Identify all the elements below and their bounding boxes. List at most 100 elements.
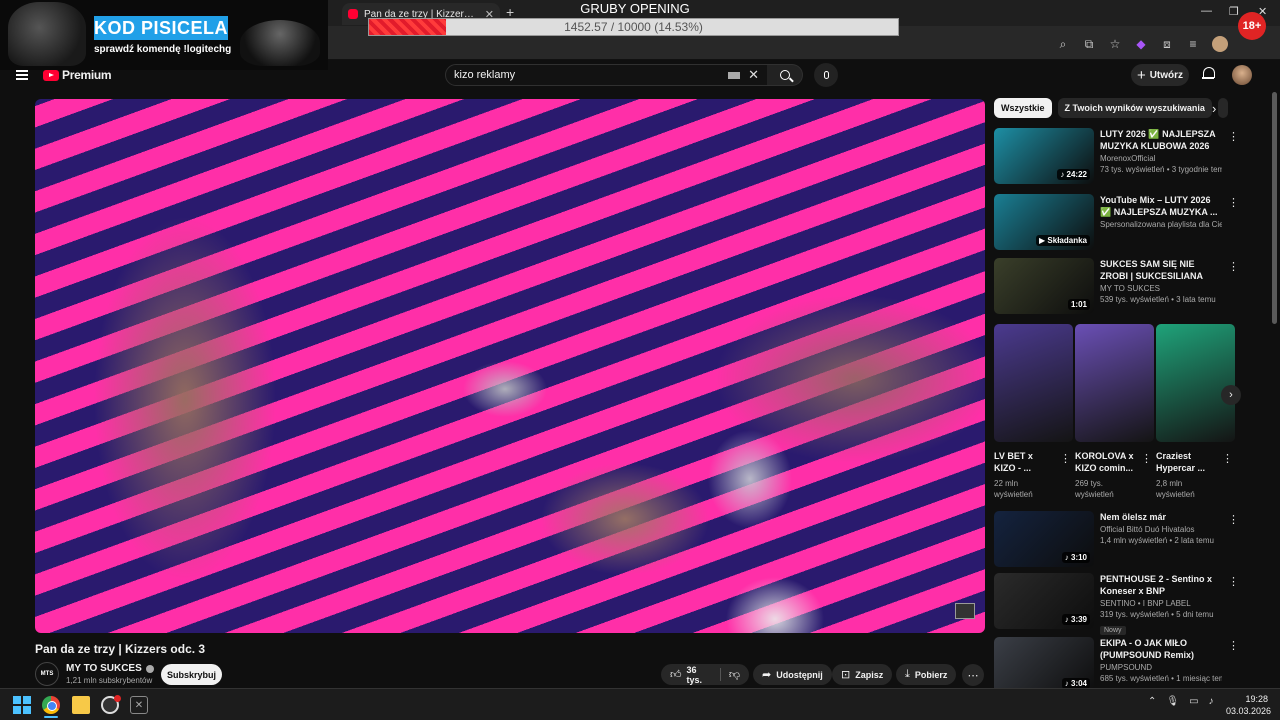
- video-meta: 685 tys. wyświetleń • 1 miesiąc temu: [1100, 674, 1222, 683]
- video-title[interactable]: Nem ölelsz már: [1100, 511, 1222, 523]
- video-title[interactable]: LUTY 2026 ✅ NAJLEPSZA MUZYKA KLUBOWA 202…: [1100, 128, 1222, 152]
- channel-avatar[interactable]: MTS: [35, 662, 59, 686]
- maximize-button[interactable]: ❐: [1229, 5, 1239, 18]
- youtube-premium-logo[interactable]: Premium: [43, 68, 112, 82]
- video-channel[interactable]: MorenoxOfficial: [1100, 154, 1222, 163]
- recommended-video[interactable]: 1:01 SUKCES SAM SIĘ NIE ZROBI | SUKCESILI…: [994, 258, 1244, 316]
- video-meta: 319 tys. wyświetleń • 5 dni temu: [1100, 610, 1214, 619]
- video-info: EKIPA - O JAK MIŁO (PUMPSOUND Remix) PUMP…: [1100, 637, 1222, 683]
- minimize-button[interactable]: —: [1201, 5, 1212, 17]
- short-thumbnail[interactable]: [994, 324, 1073, 442]
- tray-display-icon[interactable]: ▭: [1189, 696, 1198, 707]
- subscribe-button[interactable]: Subskrybuj: [161, 664, 222, 685]
- short-item[interactable]: Craziest Hypercar ... 2,8 mln wyświetleń ⋮: [1156, 324, 1235, 500]
- bookmark-star-icon[interactable]: ☆: [1108, 37, 1122, 51]
- chip-all[interactable]: Wszystkie: [994, 98, 1052, 118]
- short-thumbnail[interactable]: [1156, 324, 1235, 442]
- extensions-icon[interactable]: ⧈: [1160, 37, 1174, 51]
- thumbs-up-icon[interactable]: 👍︎: [670, 668, 682, 681]
- more-actions-button[interactable]: ⋯: [962, 664, 984, 686]
- recommended-video[interactable]: ♪ 3:10 Nem ölelsz már Official Bittó Duó H…: [994, 511, 1244, 569]
- cast-icon[interactable]: ⧉: [1082, 37, 1096, 51]
- video-channel[interactable]: MY TO SUKCES: [1100, 284, 1222, 293]
- video-title[interactable]: SUKCES SAM SIĘ NIE ZROBI | SUKCESILIANA …: [1100, 258, 1222, 282]
- more-options-icon[interactable]: ⋮: [1060, 452, 1071, 465]
- more-options-icon[interactable]: ⋮: [1228, 513, 1239, 526]
- hamburger-menu-icon[interactable]: [16, 70, 28, 80]
- video-title[interactable]: YouTube Mix – LUTY 2026 ✅ NAJLEPSZA MUZY…: [1100, 194, 1222, 218]
- video-title[interactable]: PENTHOUSE 2 - Sentino x Koneser x BNP: [1100, 573, 1222, 597]
- short-item[interactable]: KOROLOVA x KIZO comin... 269 tys. wyświet…: [1075, 324, 1154, 500]
- channel-name-text: MY TO SUKCES: [66, 663, 142, 674]
- recommended-video[interactable]: ♪ 24:22 LUTY 2026 ✅ NAJLEPSZA MUZYKA KLUB…: [994, 128, 1244, 186]
- video-thumbnail[interactable]: ♪ 24:22: [994, 128, 1094, 184]
- more-options-icon[interactable]: ⋮: [1228, 196, 1239, 209]
- short-item[interactable]: LV BET x KIZO - ... 22 mln wyświetleń ⋮: [994, 324, 1073, 500]
- more-options-icon[interactable]: ⋮: [1141, 452, 1152, 465]
- recommended-video[interactable]: ♪ 3:04 EKIPA - O JAK MIŁO (PUMPSOUND Remi…: [994, 637, 1244, 695]
- short-thumbnail[interactable]: [1075, 324, 1154, 442]
- reading-list-icon[interactable]: ≡: [1186, 37, 1200, 51]
- taskbar-clock[interactable]: 19:28 03.03.2026: [1226, 693, 1272, 717]
- short-views: 269 tys. wyświetleń: [1075, 479, 1114, 499]
- user-avatar[interactable]: [1232, 65, 1252, 85]
- save-button[interactable]: ⊡ Zapisz: [832, 664, 893, 685]
- extension-purple-icon[interactable]: ◆: [1134, 37, 1148, 51]
- youtube-favicon-icon: [348, 9, 358, 19]
- video-channel[interactable]: Official Bittó Duó Hivatalos: [1100, 525, 1222, 534]
- windows-start-icon[interactable]: [13, 696, 31, 714]
- clear-search-icon[interactable]: ✕: [748, 67, 759, 83]
- short-title[interactable]: LV BET x KIZO - ...: [994, 450, 1054, 474]
- short-title[interactable]: KOROLOVA x KIZO comin...: [1075, 450, 1135, 474]
- browser-profile-icon[interactable]: [1212, 36, 1228, 52]
- more-options-icon[interactable]: ⋮: [1228, 260, 1239, 273]
- more-options-icon[interactable]: ⋮: [1228, 130, 1239, 143]
- channel-watermark-icon[interactable]: [955, 603, 975, 619]
- video-thumbnail[interactable]: 1:01: [994, 258, 1094, 314]
- video-thumbnail[interactable]: ▶ Składanka: [994, 194, 1094, 250]
- tray-mic-icon[interactable]: 🎙: [1166, 696, 1179, 707]
- chrome-taskbar-icon[interactable]: [42, 696, 60, 714]
- download-button[interactable]: ⤓ Pobierz: [896, 664, 957, 685]
- shorts-next-button[interactable]: ›: [1221, 385, 1241, 405]
- keyboard-icon[interactable]: [728, 71, 741, 79]
- share-button[interactable]: ➦ Udostępnij: [753, 664, 832, 685]
- chip-from-search[interactable]: Z Twoich wyników wyszukiwania: [1057, 98, 1212, 118]
- video-thumbnail[interactable]: ♪ 3:04: [994, 637, 1094, 693]
- video-thumbnail[interactable]: ♪ 3:39: [994, 573, 1094, 629]
- create-button[interactable]: + Utwórz: [1131, 64, 1189, 86]
- thumbs-down-icon[interactable]: 👎︎: [729, 668, 740, 681]
- download-icon: ⤓: [905, 668, 910, 680]
- tray-overflow-icon[interactable]: ⌃: [1148, 696, 1156, 707]
- short-title[interactable]: Craziest Hypercar ...: [1156, 450, 1216, 474]
- notifications-bell-icon[interactable]: [1202, 67, 1215, 81]
- voice-search-button[interactable]: [814, 63, 838, 87]
- video-channel[interactable]: PUMPSOUND: [1100, 663, 1222, 672]
- more-options-icon[interactable]: ⋮: [1228, 639, 1239, 652]
- like-count[interactable]: 36 tys.: [687, 665, 712, 685]
- scrollbar-thumb[interactable]: [1272, 92, 1277, 324]
- chip-partial[interactable]: [1217, 98, 1228, 118]
- headset-image: [8, 2, 86, 66]
- file-explorer-icon[interactable]: [72, 696, 90, 714]
- video-duration: ♪ 3:39: [1061, 614, 1090, 625]
- search-input[interactable]: kizo reklamy ✕: [445, 64, 768, 86]
- video-duration: ♪ 3:10: [1061, 552, 1090, 563]
- channel-name[interactable]: MY TO SUKCES: [66, 663, 154, 674]
- more-options-icon[interactable]: ⋮: [1228, 575, 1239, 588]
- chips-next-icon[interactable]: ›: [1212, 101, 1216, 116]
- more-options-icon[interactable]: ⋮: [1222, 452, 1233, 465]
- video-player[interactable]: [35, 99, 985, 633]
- recommended-video[interactable]: ▶ Składanka YouTube Mix – LUTY 2026 ✅ NAJ…: [994, 194, 1244, 252]
- zoom-icon[interactable]: ⌕: [1056, 37, 1070, 51]
- search-button[interactable]: [767, 64, 803, 86]
- tray-volume-icon[interactable]: ♪: [1209, 696, 1214, 707]
- clock-date: 03.03.2026: [1226, 706, 1272, 716]
- x-app-icon[interactable]: ✕: [130, 696, 148, 714]
- video-title[interactable]: EKIPA - O JAK MIŁO (PUMPSOUND Remix): [1100, 637, 1222, 661]
- video-channel[interactable]: Spersonalizowana playlista dla Ciebie: [1100, 220, 1222, 229]
- system-tray: ⌃ 🎙 ▭ ♪: [1148, 696, 1214, 707]
- video-thumbnail[interactable]: ♪ 3:10: [994, 511, 1094, 567]
- video-channel[interactable]: SENTINO • I BNP LABEL: [1100, 599, 1222, 608]
- recommended-video[interactable]: ♪ 3:39 PENTHOUSE 2 - Sentino x Koneser x …: [994, 573, 1244, 635]
